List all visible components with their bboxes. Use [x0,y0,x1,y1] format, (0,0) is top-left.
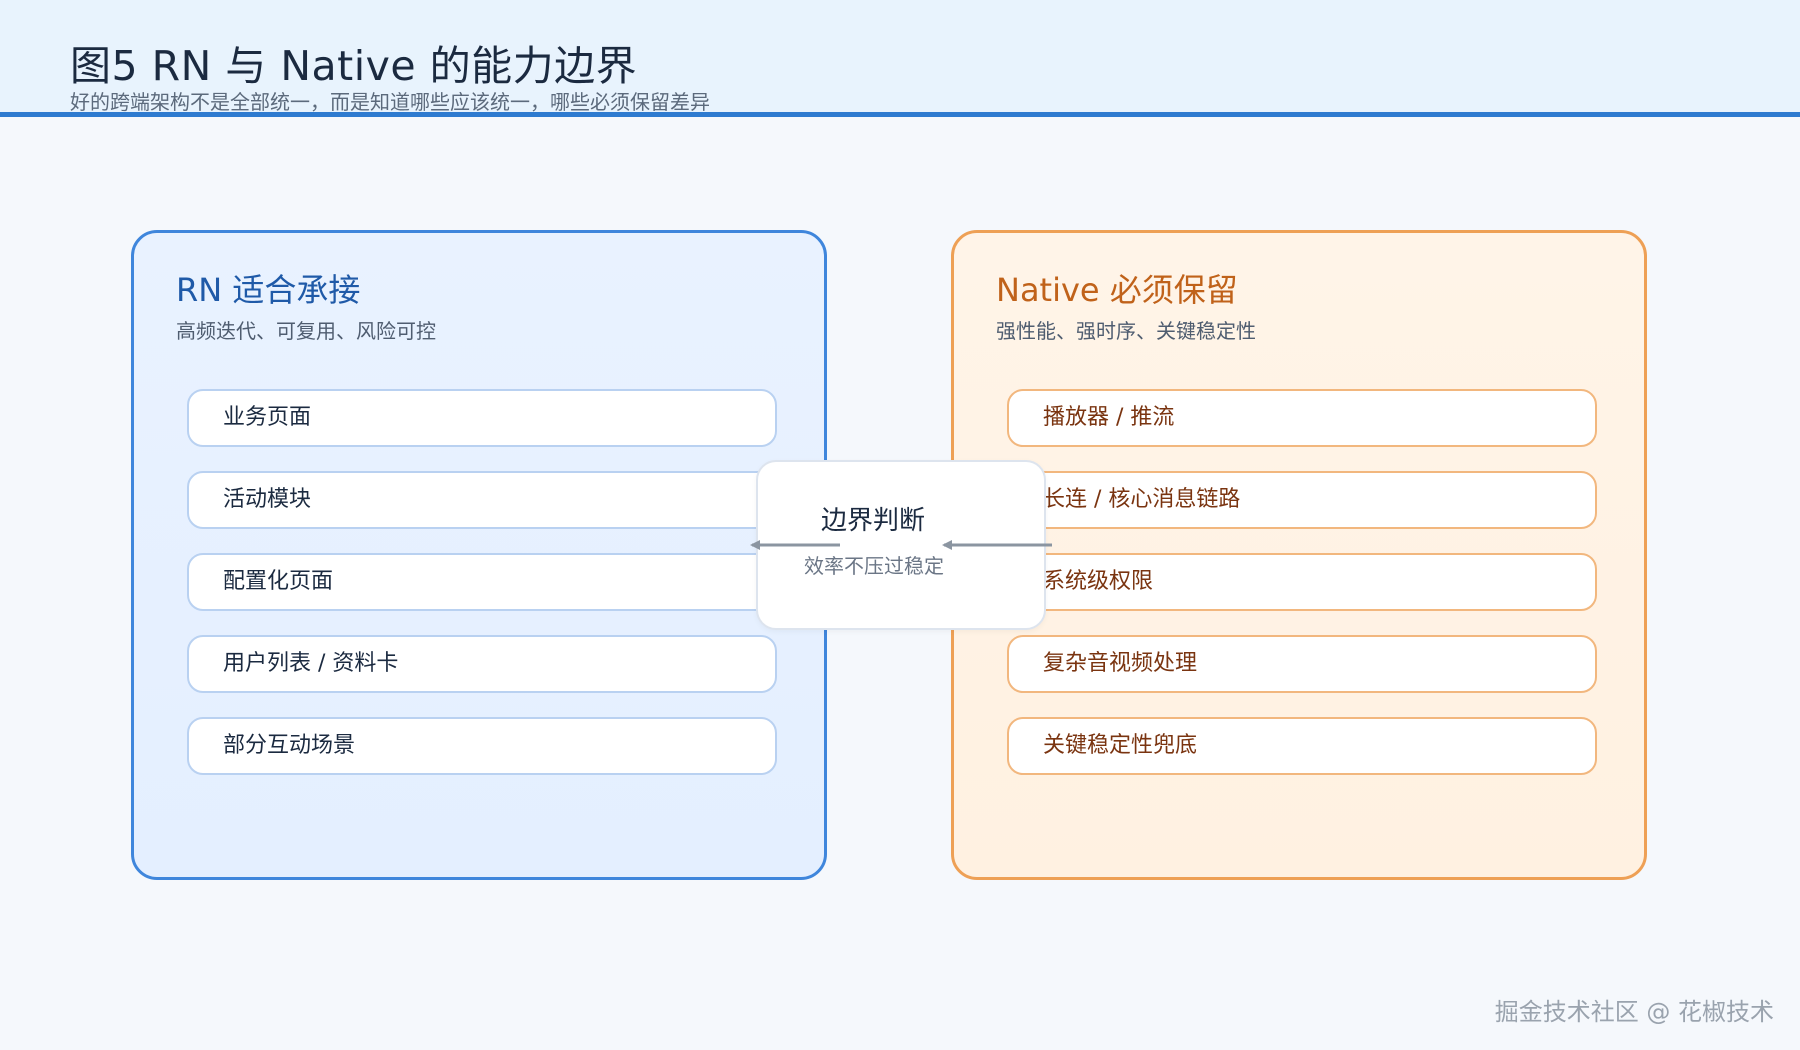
page-subtitle: 好的跨端架构不是全部统一，而是知道哪些应该统一，哪些必须保留差异 [70,90,710,114]
rn-panel-subtitle: 高频迭代、可复用、风险可控 [176,319,436,343]
rn-item-activity-module: 活动模块 [187,471,777,529]
native-panel-subtitle: 强性能、强时序、关键稳定性 [996,319,1256,343]
page-title: 图5 RN 与 Native 的能力边界 [70,42,638,90]
rn-item-business-page: 业务页面 [187,389,777,447]
boundary-judgement-title: 边界判断 [820,506,925,536]
native-item-av-processing: 复杂音视频处理 [1007,635,1597,693]
native-panel: Native 必须保留 强性能、强时序、关键稳定性 播放器 / 推流 长连 / … [951,230,1647,880]
native-item-stability-fallback: 关键稳定性兜底 [1007,717,1597,775]
rn-item-interaction: 部分互动场景 [187,717,777,775]
boundary-judgement-box: 边界判断 效率不压过稳定 [756,460,1046,630]
native-item-player: 播放器 / 推流 [1007,389,1597,447]
native-item-long-connection: 长连 / 核心消息链路 [1007,471,1597,529]
rn-panel: RN 适合承接 高频迭代、可复用、风险可控 业务页面 活动模块 配置化页面 用户… [131,230,827,880]
header-bar: 图5 RN 与 Native 的能力边界 好的跨端架构不是全部统一，而是知道哪些… [0,0,1800,117]
native-panel-title: Native 必须保留 [996,271,1238,309]
watermark: 掘金技术社区 @ 花椒技术 [1494,998,1774,1026]
boundary-judgement-subtitle: 效率不压过稳定 [804,554,944,578]
native-item-system-permission: 系统级权限 [1007,553,1597,611]
rn-panel-title: RN 适合承接 [176,271,361,309]
rn-item-config-page: 配置化页面 [187,553,777,611]
rn-item-user-list: 用户列表 / 资料卡 [187,635,777,693]
